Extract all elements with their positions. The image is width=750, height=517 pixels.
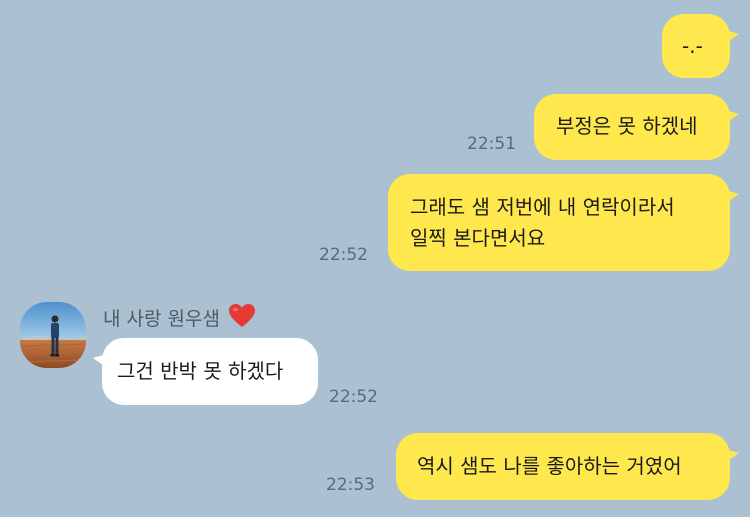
timestamp: 22:52: [329, 387, 378, 407]
timestamp: 22:52: [319, 245, 368, 265]
message-text-line: 그래도 샘 저번에 내 연락이라서: [410, 195, 675, 219]
message-text: 역시 샘도 나를 좋아하는 거였어: [417, 454, 682, 478]
contact-name: 내 사랑 원우샘: [103, 303, 256, 333]
my-message-bubble[interactable]: 역시 샘도 나를 좋아하는 거였어: [396, 433, 739, 500]
contact-avatar[interactable]: [20, 302, 86, 368]
my-message-bubble[interactable]: 부정은 못 하겠네: [534, 94, 739, 160]
message-text: -.-: [682, 34, 703, 58]
timestamp: 22:51: [467, 134, 516, 154]
timestamp: 22:53: [326, 475, 375, 495]
message-text: 그건 반박 못 하겠다: [117, 359, 284, 383]
heart-icon: [228, 303, 256, 333]
message-text-line: 일찍 본다면서요: [410, 226, 546, 250]
message-text: 부정은 못 하겠네: [556, 114, 698, 138]
contact-name-text: 내 사랑 원우샘: [103, 308, 220, 330]
their-message-bubble[interactable]: 그건 반박 못 하겠다: [93, 338, 318, 405]
my-message-bubble[interactable]: 그래도 샘 저번에 내 연락이라서 일찍 본다면서요: [388, 174, 739, 271]
my-message-bubble[interactable]: -.-: [662, 14, 739, 78]
person-photo: [20, 302, 86, 368]
